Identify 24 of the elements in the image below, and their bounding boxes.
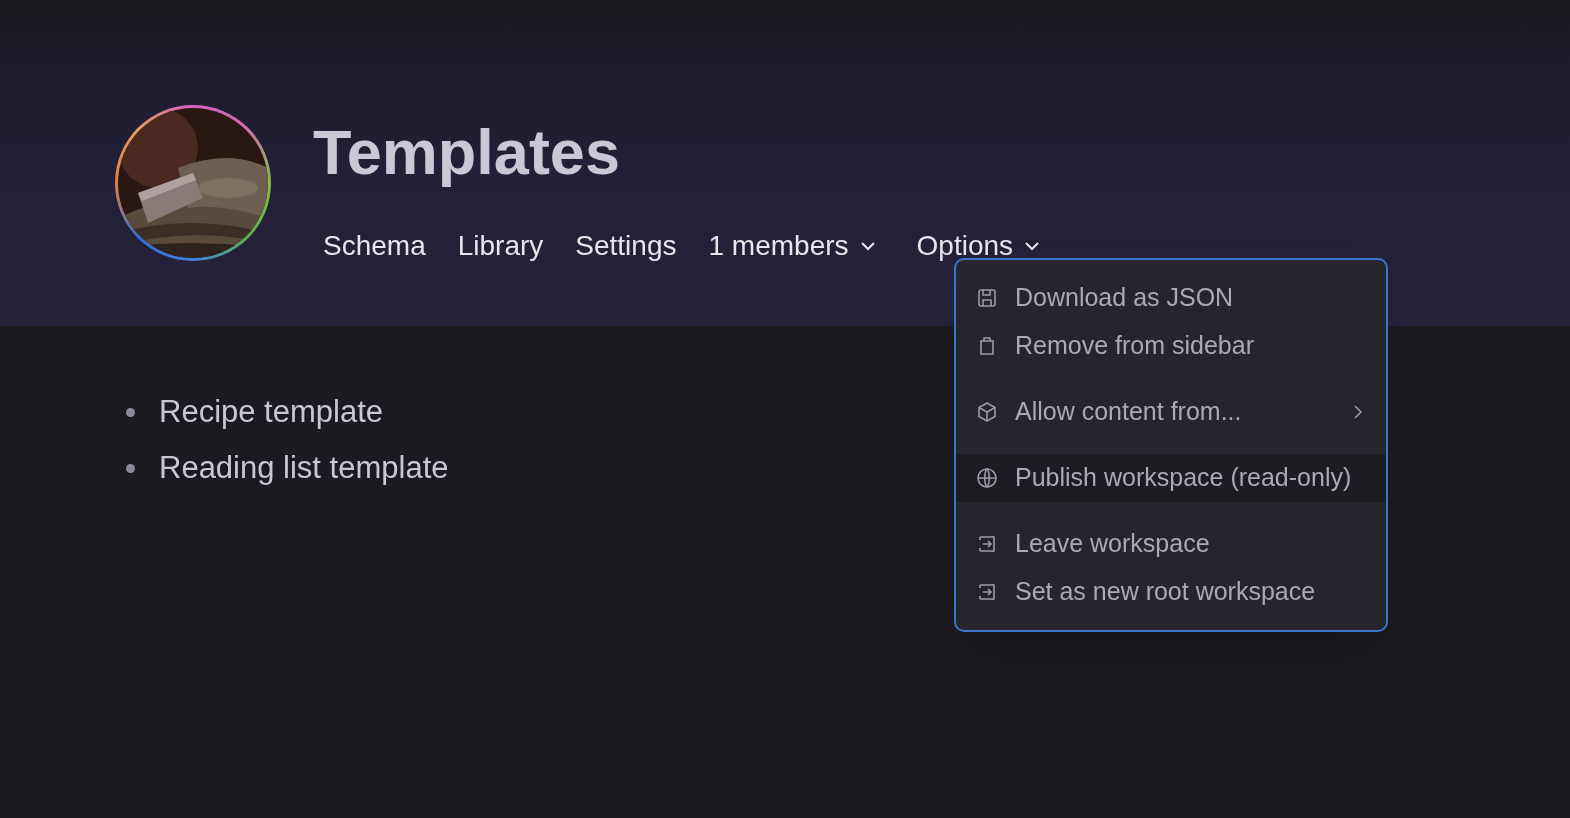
menu-item-label: Allow content from... xyxy=(1015,396,1243,428)
menu-item-label: Set as new root workspace xyxy=(1015,576,1317,608)
floppy-icon xyxy=(975,286,999,310)
list-item[interactable]: Recipe template xyxy=(159,394,383,430)
nav-link[interactable]: Library xyxy=(457,232,544,260)
menu-item[interactable]: Download as JSON xyxy=(956,274,1386,322)
list-item[interactable]: Reading list template xyxy=(159,450,449,486)
nav-link[interactable]: Options xyxy=(916,232,1042,260)
nav-link[interactable]: Schema xyxy=(323,232,426,260)
bullet-icon xyxy=(126,463,135,473)
menu-item-label: Download as JSON xyxy=(1015,282,1235,314)
menu-item[interactable]: Allow content from... xyxy=(956,388,1386,436)
bullet-icon xyxy=(126,407,135,417)
menu-item[interactable]: Remove from sidebar xyxy=(956,322,1386,370)
cube-icon xyxy=(975,400,999,424)
globe-icon xyxy=(975,466,999,490)
menu-item-label: Publish workspace (read-only) xyxy=(1015,462,1353,494)
menu-item-label: Remove from sidebar xyxy=(1015,330,1255,362)
nav-link[interactable]: 1 members xyxy=(708,232,877,260)
menu-item[interactable]: Leave workspace xyxy=(956,520,1386,568)
nav-link[interactable]: Settings xyxy=(575,232,677,260)
menu-item[interactable]: Publish workspace (read-only) xyxy=(956,454,1386,502)
menu-item[interactable]: Set as new root workspace xyxy=(956,568,1386,616)
menu-item-label: Leave workspace xyxy=(1015,528,1211,560)
